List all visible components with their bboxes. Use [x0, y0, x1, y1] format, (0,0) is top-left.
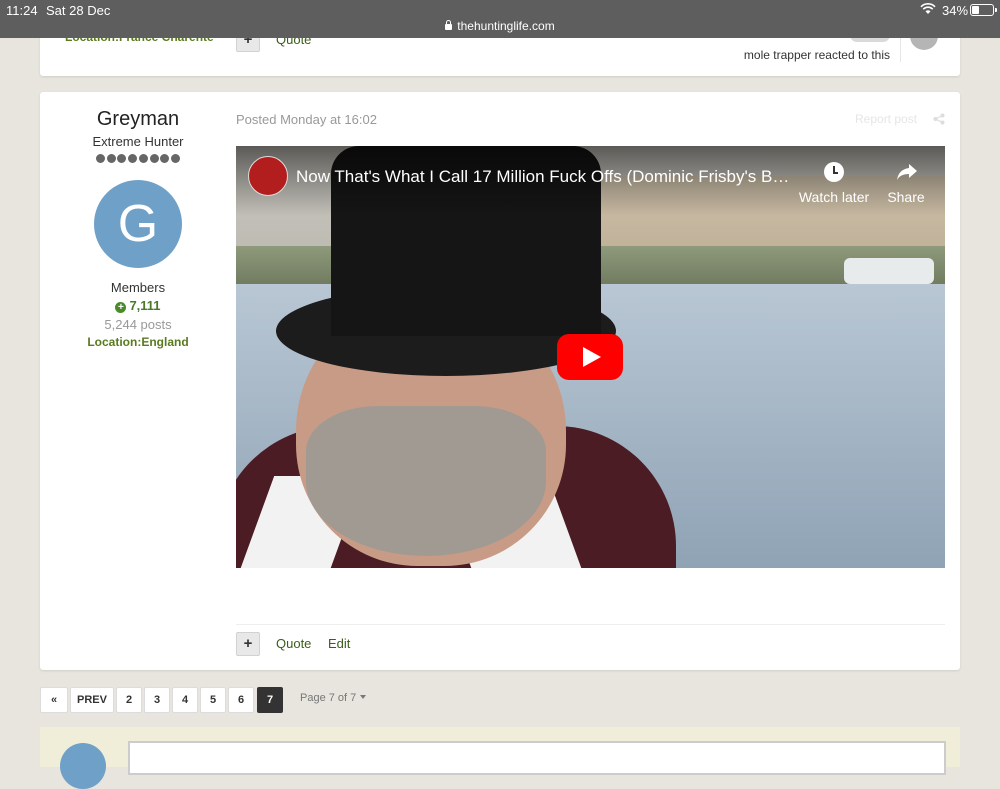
post: Greyman Extreme Hunter G Members +7,111 …: [40, 92, 960, 670]
rank-pip: [128, 154, 138, 163]
post-date[interactable]: Posted Monday at 16:02: [236, 112, 377, 127]
reputation-value: 7,111: [129, 298, 161, 313]
page-of-label: Page 7 of 7: [300, 692, 357, 704]
share-arrow-icon[interactable]: [896, 162, 918, 182]
reply-editor[interactable]: [128, 741, 946, 775]
video-frame-beard: [306, 406, 546, 556]
author-reputation: +7,111: [40, 298, 236, 313]
report-post-link[interactable]: Report post: [855, 112, 917, 126]
channel-avatar[interactable]: [248, 156, 288, 196]
rank-pip: [117, 154, 127, 163]
battery-percent: 34%: [942, 3, 969, 18]
rank-pip: [160, 154, 170, 163]
reaction-summary[interactable]: mole trapper reacted to this: [680, 48, 890, 62]
watch-later-button[interactable]: Watch later: [796, 189, 872, 205]
divider: [236, 624, 945, 625]
page-link[interactable]: 4: [172, 687, 198, 713]
caret-down-icon: [360, 695, 367, 699]
rank-pip: [106, 154, 116, 163]
avatar[interactable]: G: [94, 180, 182, 268]
author-group: Members: [110, 280, 166, 295]
lock-icon: [445, 20, 453, 30]
battery-icon: [970, 4, 997, 16]
author-rank: Extreme Hunter: [92, 134, 184, 149]
video-frame-boat: [844, 258, 934, 284]
rank-pips: [96, 154, 180, 164]
rank-pip: [138, 154, 148, 163]
edit-link[interactable]: Edit: [328, 636, 350, 651]
youtube-embed[interactable]: Now That's What I Call 17 Million Fuck O…: [236, 146, 945, 568]
video-title[interactable]: Now That's What I Call 17 Million Fuck O…: [296, 167, 791, 187]
page-link[interactable]: 2: [116, 687, 142, 713]
author-name[interactable]: Greyman: [40, 108, 236, 131]
rank-pip: [170, 154, 180, 163]
page-link[interactable]: 5: [200, 687, 226, 713]
quote-link[interactable]: Quote: [276, 636, 311, 651]
status-bar: 11:24 Sat 28 Dec thehuntinglife.com 34%: [0, 0, 1000, 38]
rank-pip: [96, 154, 105, 163]
first-page-button[interactable]: «: [40, 687, 68, 713]
status-time: 11:24: [6, 3, 38, 18]
reply-area: [40, 727, 960, 789]
current-page[interactable]: 7: [257, 687, 283, 713]
video-share-button[interactable]: Share: [884, 189, 928, 205]
address-bar[interactable]: thehuntinglife.com: [0, 19, 1000, 33]
rank-pip: [149, 154, 159, 163]
address-url: thehuntinglife.com: [457, 19, 555, 33]
author-post-count: 5,244 posts: [104, 317, 172, 332]
share-icon[interactable]: [933, 113, 945, 125]
status-date: Sat 28 Dec: [46, 3, 111, 18]
author-location: Location:England: [87, 335, 189, 349]
plus-circle-icon: +: [115, 302, 127, 313]
wifi-icon: [920, 3, 936, 14]
multiquote-button[interactable]: +: [236, 632, 260, 656]
prev-page-button[interactable]: PREV: [70, 687, 114, 713]
page-link[interactable]: 3: [144, 687, 170, 713]
page-link[interactable]: 6: [228, 687, 254, 713]
clock-icon[interactable]: [824, 162, 844, 182]
page-jump-dropdown[interactable]: Page 7 of 7: [300, 692, 367, 704]
play-button-icon[interactable]: [557, 334, 623, 380]
